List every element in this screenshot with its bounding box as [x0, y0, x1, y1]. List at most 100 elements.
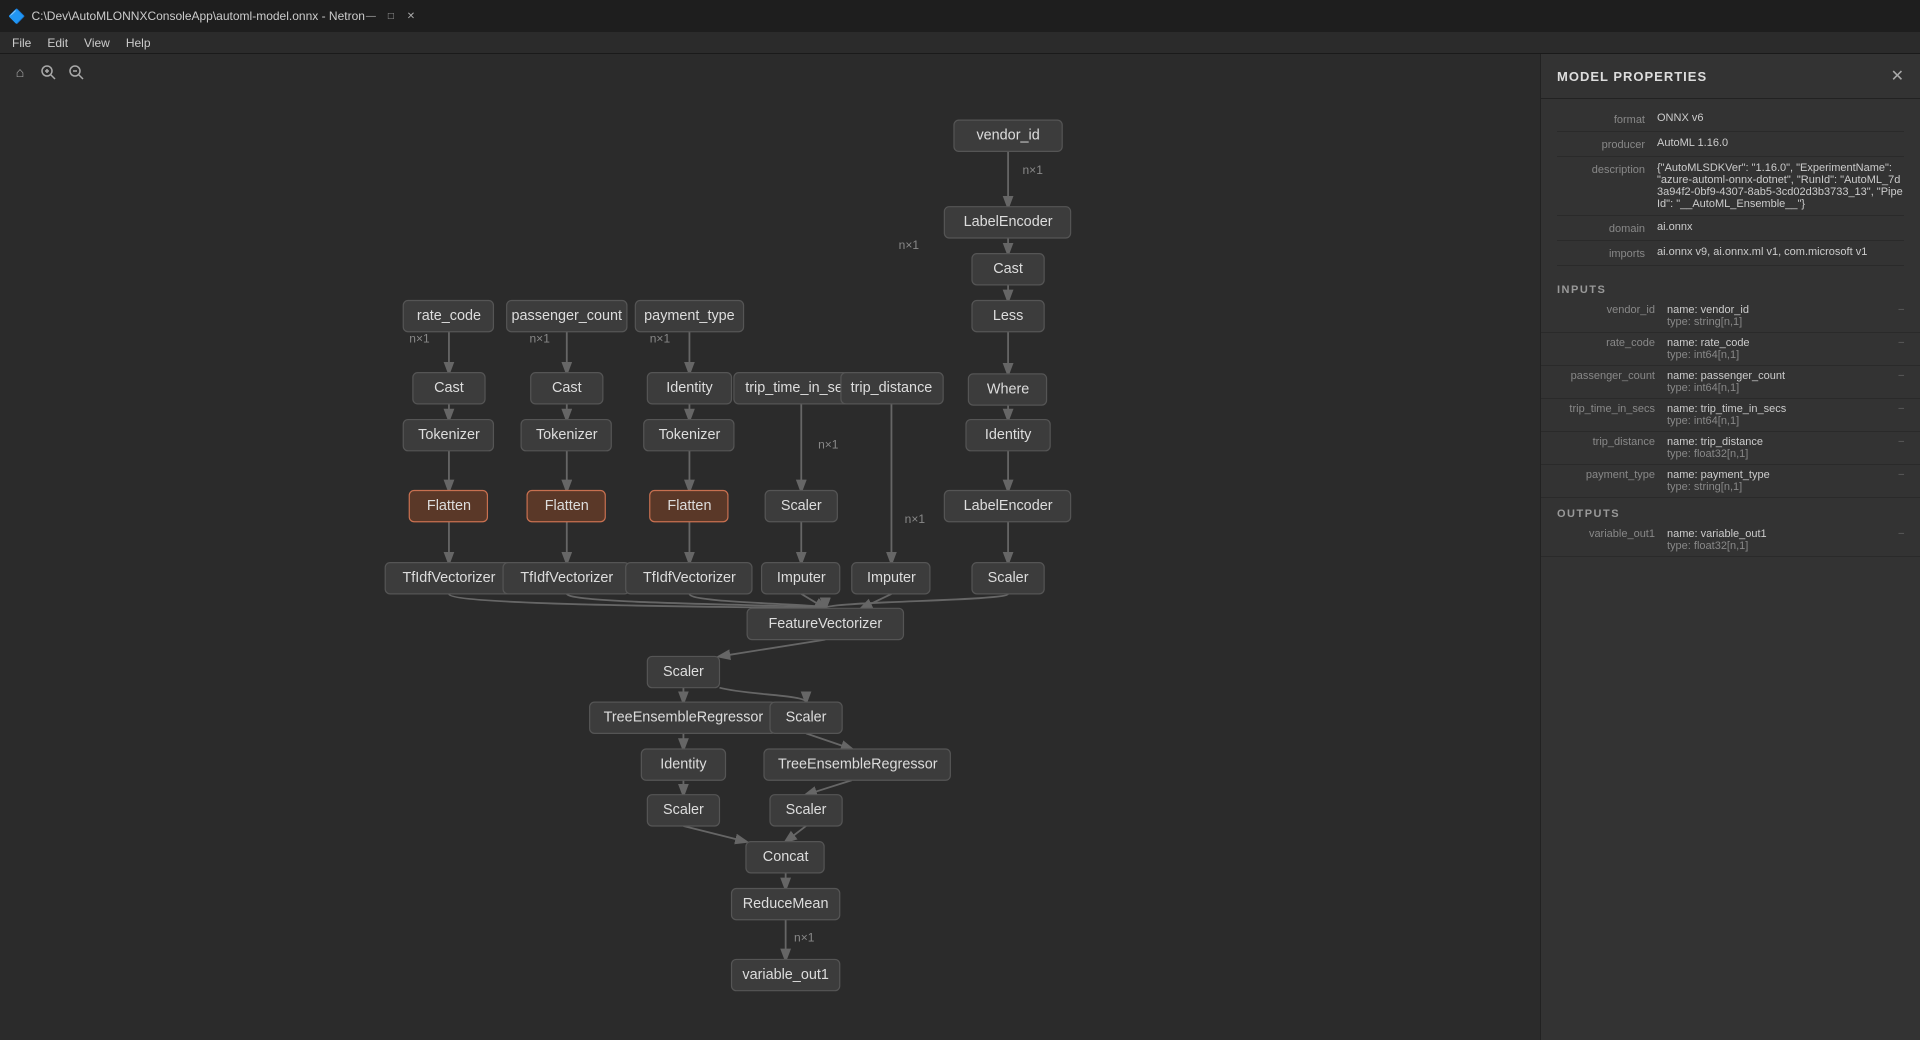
inputs-section-title: INPUTS	[1541, 274, 1920, 300]
edge	[806, 733, 852, 749]
input-name-line: name: passenger_count	[1667, 370, 1894, 382]
node-label-scaler1: Scaler	[988, 570, 1029, 586]
input-arrow: –	[1894, 436, 1904, 460]
zoom-in-button[interactable]	[36, 60, 60, 84]
graph-canvas[interactable]: ⌂	[0, 54, 1540, 1040]
output-arrow: –	[1894, 528, 1904, 552]
menu-view[interactable]: View	[76, 34, 118, 52]
input-details-vendor-id: name: vendor_id type: string[n,1]	[1667, 304, 1894, 328]
menu-help[interactable]: Help	[118, 34, 159, 52]
output-type-line: type: float32[n,1]	[1667, 540, 1894, 552]
input-arrow: –	[1894, 403, 1904, 427]
input-type-line: type: string[n,1]	[1667, 316, 1894, 328]
properties-section: format ONNX v6 producer AutoML 1.16.0 de…	[1541, 99, 1920, 274]
edge	[683, 826, 746, 842]
sidebar-title: MODEL PROPERTIES	[1557, 69, 1707, 84]
input-type-line: type: int64[n,1]	[1667, 382, 1894, 394]
sidebar-header: MODEL PROPERTIES ✕	[1541, 54, 1920, 99]
zoom-out-button[interactable]	[64, 60, 88, 84]
node-label-trip-distance: trip_distance	[851, 380, 933, 396]
domain-label: domain	[1557, 221, 1657, 235]
input-passenger-count[interactable]: passenger_count name: passenger_count ty…	[1541, 366, 1920, 399]
node-label-scaler2: Scaler	[781, 498, 822, 514]
edge-label: n×1	[650, 332, 671, 346]
node-label-tree1: TreeEnsembleRegressor	[604, 710, 764, 726]
input-type-line: type: float32[n,1]	[1667, 448, 1894, 460]
menu-edit[interactable]: Edit	[39, 34, 76, 52]
imports-label: imports	[1557, 246, 1657, 260]
input-trip-distance[interactable]: trip_distance name: trip_distance type: …	[1541, 432, 1920, 465]
graph-svg: n×1 n×1	[0, 54, 1540, 1040]
window-controls: — □ ✕	[365, 10, 417, 22]
format-value: ONNX v6	[1657, 112, 1904, 124]
menu-file[interactable]: File	[4, 34, 39, 52]
node-label-reducemean: ReduceMean	[743, 896, 829, 912]
input-rate-code[interactable]: rate_code name: rate_code type: int64[n,…	[1541, 333, 1920, 366]
node-label-tfidf1: TfIdfVectorizer	[403, 570, 496, 586]
node-label-identity1: Identity	[985, 427, 1032, 443]
edge	[719, 688, 806, 702]
node-label-flatten2: Flatten	[545, 498, 589, 514]
close-button[interactable]: ✕	[405, 10, 417, 22]
node-label-flatten3: Flatten	[667, 498, 711, 514]
input-name-rate-code: rate_code	[1557, 337, 1667, 361]
node-label-tfidf2: TfIdfVectorizer	[520, 570, 613, 586]
input-vendor-id[interactable]: vendor_id name: vendor_id type: string[n…	[1541, 300, 1920, 333]
edge-label: n×1	[899, 238, 920, 252]
format-row: format ONNX v6	[1557, 107, 1904, 132]
edge	[786, 826, 806, 842]
input-details-trip-time: name: trip_time_in_secs type: int64[n,1]	[1667, 403, 1894, 427]
input-details-trip-distance: name: trip_distance type: float32[n,1]	[1667, 436, 1894, 460]
edge	[806, 780, 852, 794]
node-label-imputer1: Imputer	[777, 570, 826, 586]
producer-value: AutoML 1.16.0	[1657, 137, 1904, 149]
outputs-section-title: OUTPUTS	[1541, 498, 1920, 524]
edge-label: n×1	[818, 437, 839, 451]
edge-label: n×1	[794, 930, 815, 944]
output-details-variable-out1: name: variable_out1 type: float32[n,1]	[1667, 528, 1894, 552]
menubar: File Edit View Help	[0, 32, 1920, 54]
input-name-line: name: trip_distance	[1667, 436, 1894, 448]
domain-row: domain ai.onnx	[1557, 216, 1904, 241]
minimize-button[interactable]: —	[365, 10, 377, 22]
inputs-section: vendor_id name: vendor_id type: string[n…	[1541, 300, 1920, 498]
node-label-variable-out1: variable_out1	[742, 967, 829, 983]
node-label-concat: Concat	[763, 849, 809, 865]
node-label-rate-code: rate_code	[417, 308, 481, 324]
edge-label: n×1	[1023, 163, 1044, 177]
titlebar: 🔷 C:\Dev\AutoMLONNXConsoleApp\automl-mod…	[0, 0, 1920, 32]
title-text: C:\Dev\AutoMLONNXConsoleApp\automl-model…	[31, 9, 364, 23]
input-name-trip-distance: trip_distance	[1557, 436, 1667, 460]
input-type-line: type: string[n,1]	[1667, 481, 1894, 493]
input-payment-type[interactable]: payment_type name: payment_type type: st…	[1541, 465, 1920, 498]
node-label-scaler3: Scaler	[663, 664, 704, 680]
input-details-passenger-count: name: passenger_count type: int64[n,1]	[1667, 370, 1894, 394]
description-row: description {"AutoMLSDKVer": "1.16.0", "…	[1557, 157, 1904, 216]
node-label-vendor-id: vendor_id	[976, 128, 1039, 144]
input-name-payment-type: payment_type	[1557, 469, 1667, 493]
input-arrow: –	[1894, 304, 1904, 328]
domain-value: ai.onnx	[1657, 221, 1904, 233]
input-name-line: name: vendor_id	[1667, 304, 1894, 316]
main-layout: ⌂	[0, 54, 1920, 1040]
maximize-button[interactable]: □	[385, 10, 397, 22]
node-label-tokenizer1: Tokenizer	[418, 427, 480, 443]
output-name-line: name: variable_out1	[1667, 528, 1894, 540]
input-arrow: –	[1894, 469, 1904, 493]
outputs-section: variable_out1 name: variable_out1 type: …	[1541, 524, 1920, 557]
node-label-cast3: Cast	[552, 380, 582, 396]
output-variable-out1[interactable]: variable_out1 name: variable_out1 type: …	[1541, 524, 1920, 557]
node-label-scaler4: Scaler	[786, 710, 827, 726]
node-label-tokenizer3: Tokenizer	[659, 427, 721, 443]
input-details-rate-code: name: rate_code type: int64[n,1]	[1667, 337, 1894, 361]
input-name-passenger-count: passenger_count	[1557, 370, 1667, 394]
home-button[interactable]: ⌂	[8, 60, 32, 84]
edge	[861, 594, 891, 608]
edge-label: n×1	[905, 512, 926, 526]
node-label-identity3: Identity	[660, 756, 707, 772]
node-label-payment-type: payment_type	[644, 308, 735, 324]
input-trip-time[interactable]: trip_time_in_secs name: trip_time_in_sec…	[1541, 399, 1920, 432]
edge-label: n×1	[530, 332, 551, 346]
node-label-cast2: Cast	[434, 380, 464, 396]
sidebar-close-button[interactable]: ✕	[1891, 66, 1904, 86]
